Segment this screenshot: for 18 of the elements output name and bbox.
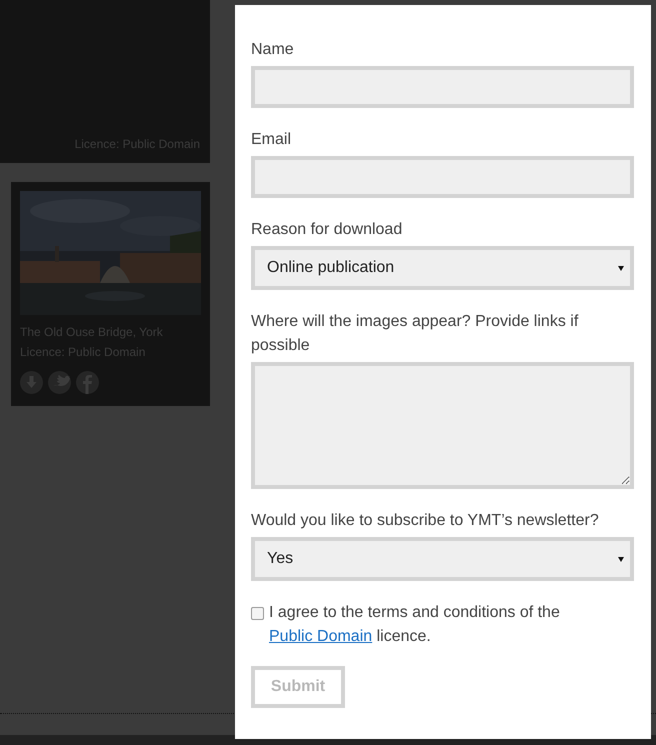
field-label: Reason for download: [251, 220, 404, 240]
licence-link[interactable]: Public Domain: [269, 628, 372, 645]
agreement-text: I agree to the terms and conditions of the Public Domain licence.: [269, 603, 561, 647]
text-field[interactable]: [251, 66, 634, 108]
caret-icon: [618, 556, 624, 562]
download-icon[interactable]: [20, 371, 43, 394]
field-label: Name: [251, 40, 295, 60]
dropdown[interactable]: Yes: [251, 537, 634, 581]
dropdown[interactable]: Online publication: [251, 246, 634, 290]
text-field[interactable]: [251, 156, 634, 198]
field-label: Email: [251, 130, 292, 150]
field-label: Would you like to subscribe to YMT’s newsletter?: [251, 511, 600, 531]
bird-icon[interactable]: [48, 371, 71, 394]
facebook-icon[interactable]: [76, 371, 99, 394]
text-area[interactable]: [251, 362, 634, 489]
checkbox[interactable]: [251, 607, 264, 620]
caret-icon: [618, 266, 624, 270]
field-label: Where will the images appear? Provide links if possible: [251, 312, 580, 356]
